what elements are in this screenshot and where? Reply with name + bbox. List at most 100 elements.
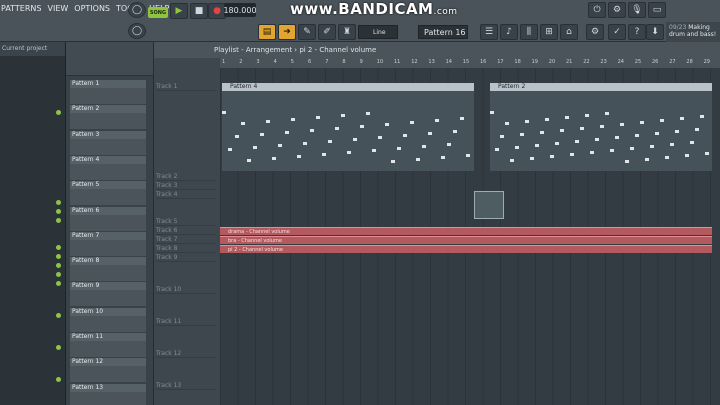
- note: [459, 117, 464, 120]
- menu-options[interactable]: OPTIONS: [73, 4, 111, 13]
- automation-clip-bra[interactable]: bra - Channel volume: [220, 236, 712, 244]
- song-mode-toggle[interactable]: SONG: [148, 7, 168, 18]
- download-icon[interactable]: ⬇: [646, 24, 664, 40]
- track-mute-led[interactable]: [56, 345, 61, 350]
- track-mute-led[interactable]: [56, 263, 61, 268]
- pencil-icon[interactable]: ✎: [298, 24, 316, 40]
- track-header[interactable]: Track 13: [156, 382, 216, 390]
- news-panel[interactable]: 09/23 Making drum and bass!: [666, 22, 720, 42]
- track-mute-led[interactable]: [56, 281, 61, 286]
- clip-pattern-4-body[interactable]: [222, 91, 474, 171]
- pattern-preview: [70, 341, 146, 357]
- play-icon[interactable]: ▶: [170, 3, 188, 19]
- track-header[interactable]: Track 5: [156, 218, 216, 226]
- pattern-item[interactable]: Pattern 2: [70, 105, 146, 130]
- pattern-item[interactable]: Pattern 3: [70, 130, 146, 155]
- track-mute-led[interactable]: [56, 218, 61, 223]
- automation-clip-drama[interactable]: drama - Channel volume: [220, 227, 712, 235]
- pattern-item[interactable]: Pattern 8: [70, 257, 146, 282]
- master-volume-knob[interactable]: ◯: [128, 2, 146, 18]
- arrow-icon[interactable]: ➜: [278, 24, 296, 40]
- microphone-icon[interactable]: 🎙: [628, 2, 646, 18]
- pattern-label: Pattern 5: [70, 181, 146, 190]
- track-mute-led[interactable]: [56, 110, 61, 115]
- bandicam-watermark: www.BANDICAM.com: [290, 0, 458, 18]
- note: [428, 132, 433, 135]
- track-header[interactable]: Track 6: [156, 227, 216, 235]
- track-mute-led[interactable]: [56, 272, 61, 277]
- pattern-preview: [70, 138, 146, 155]
- pattern-label: Pattern 7: [70, 231, 146, 240]
- note: [610, 149, 614, 152]
- playlist-icon[interactable]: ☰: [480, 24, 498, 40]
- piano-roll-icon[interactable]: ♪: [500, 24, 518, 40]
- track-header[interactable]: Track 2: [156, 173, 216, 181]
- power-icon[interactable]: ⏻: [588, 2, 606, 18]
- note: [347, 151, 351, 154]
- playlist-breadcrumb[interactable]: pi 2 - Channel volume: [299, 46, 376, 54]
- menu-view[interactable]: VIEW: [46, 4, 69, 13]
- track-header[interactable]: Track 1: [156, 83, 216, 91]
- pattern-item[interactable]: Pattern 10: [70, 307, 146, 332]
- top-toolbar: PATTERNS VIEW OPTIONS TOOLS HELP ◯ ◯ SON…: [0, 0, 720, 42]
- note: [620, 123, 624, 126]
- clip-pattern-4[interactable]: Pattern 4: [222, 83, 474, 91]
- track-header[interactable]: Track 9: [156, 254, 216, 262]
- pattern-item[interactable]: Pattern 6: [70, 206, 146, 231]
- stop-icon[interactable]: ■: [190, 3, 208, 19]
- pattern-item[interactable]: Pattern 12: [70, 358, 146, 383]
- note: [625, 160, 629, 163]
- plugin-icon[interactable]: ⚙: [586, 24, 604, 40]
- master-pitch-knob[interactable]: ◯: [128, 23, 146, 39]
- track-mute-led[interactable]: [56, 377, 61, 382]
- mixer-icon[interactable]: ⫼: [520, 24, 538, 40]
- audio-clip[interactable]: [474, 191, 504, 219]
- pattern-label: Pattern 1: [70, 80, 146, 88]
- track-header[interactable]: Track 3: [156, 182, 216, 190]
- note: [384, 123, 389, 126]
- ruler-tick: 22: [583, 59, 590, 65]
- menu-patterns[interactable]: PATTERNS: [0, 4, 42, 13]
- channel-rack-icon[interactable]: ⊞: [540, 24, 558, 40]
- pattern-select[interactable]: Pattern 16: [418, 25, 468, 39]
- track-header[interactable]: Track 10: [156, 286, 216, 294]
- pattern-item[interactable]: Pattern 13: [70, 383, 146, 405]
- pattern-item[interactable]: Pattern 4: [70, 155, 146, 180]
- browser-icon[interactable]: ⌂: [560, 24, 578, 40]
- clip-pattern-2-body[interactable]: [490, 91, 712, 171]
- track-mute-led[interactable]: [56, 245, 61, 250]
- tempo-display[interactable]: 180.000: [223, 3, 257, 17]
- note: [575, 140, 579, 143]
- pattern-item[interactable]: Pattern 1: [70, 80, 146, 104]
- stamp-icon[interactable]: ♜: [338, 24, 356, 40]
- track-header[interactable]: Track 8: [156, 245, 216, 253]
- track-mute-led[interactable]: [56, 313, 61, 318]
- brush-icon[interactable]: ✐: [318, 24, 336, 40]
- tempo-tapper-icon[interactable]: ✓: [608, 24, 626, 40]
- pattern-item[interactable]: Pattern 5: [70, 181, 146, 206]
- track-header[interactable]: Track 4: [156, 191, 216, 199]
- pattern-item[interactable]: Pattern 11: [70, 333, 146, 357]
- pattern-preview: [70, 163, 146, 180]
- note: [675, 130, 679, 133]
- pattern-item[interactable]: Pattern 7: [70, 231, 146, 256]
- monitor-icon[interactable]: ▭: [648, 2, 666, 18]
- pattern-label: Pattern 11: [70, 333, 146, 341]
- pattern-item[interactable]: Pattern 9: [70, 282, 146, 307]
- timeline-ruler[interactable]: 1 2 3 4 5 6 7 8 9 10 11 12 13 14 15 16 17 18 19 20 21 22 23 24 2…: [220, 58, 720, 68]
- track-mute-led[interactable]: [56, 200, 61, 205]
- help-icon[interactable]: ?: [628, 24, 646, 40]
- clip-pattern-2[interactable]: Pattern 2: [490, 83, 712, 91]
- track-mute-led[interactable]: [56, 209, 61, 214]
- automation-clip-pi2[interactable]: pi 2 - Channel volume: [220, 245, 712, 253]
- note: [505, 122, 509, 125]
- track-header[interactable]: Track 11: [156, 318, 216, 326]
- track-header[interactable]: Track 12: [156, 350, 216, 358]
- note: [560, 129, 564, 132]
- gear-icon[interactable]: ⚙: [608, 2, 626, 18]
- track-header[interactable]: Track 7: [156, 236, 216, 244]
- pattern-tool-icon[interactable]: ▤: [258, 24, 276, 40]
- snap-select[interactable]: Line: [358, 25, 398, 39]
- track-mute-led[interactable]: [56, 254, 61, 259]
- ruler-tick: 14: [445, 59, 452, 65]
